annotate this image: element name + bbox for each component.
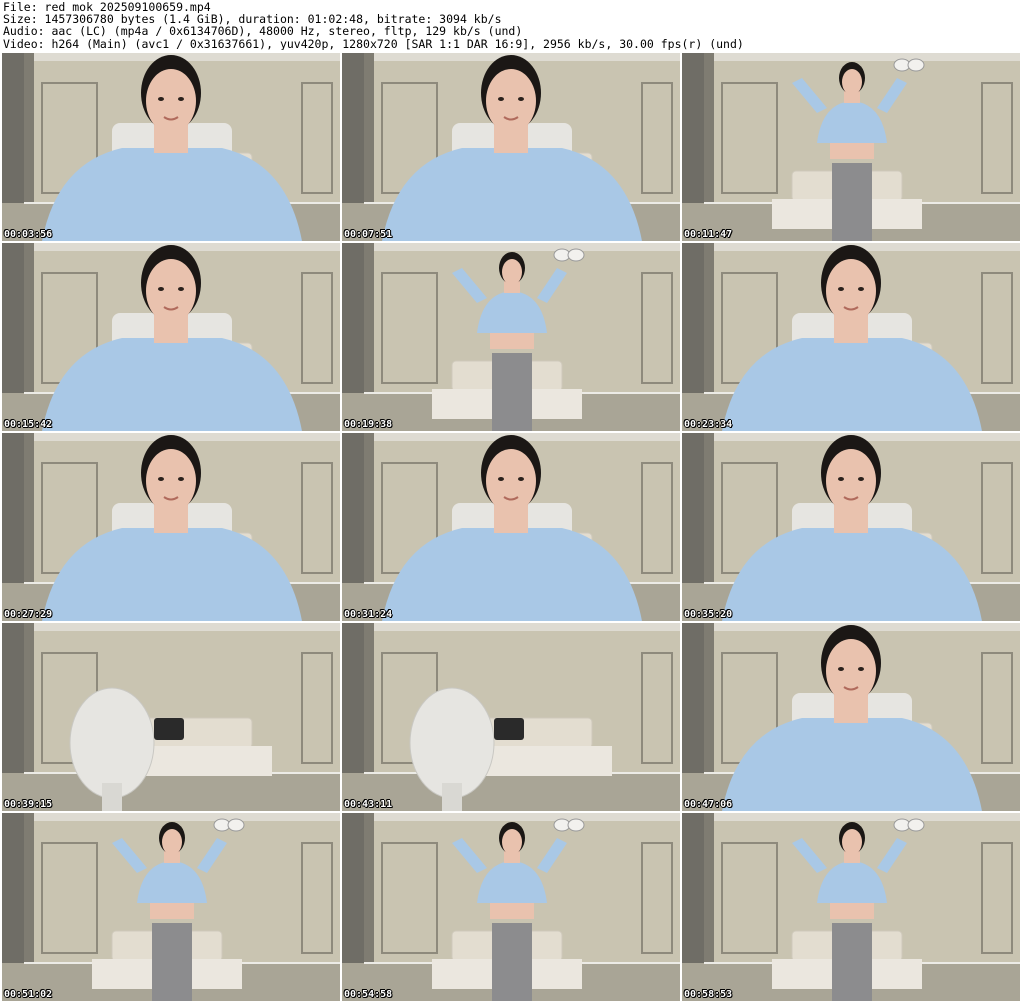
thumbnail-timestamp: 00:07:51 xyxy=(344,229,393,240)
thumbnail-timestamp: 00:19:38 xyxy=(344,419,393,430)
frame-image xyxy=(682,813,1020,1001)
video-thumbnail: 00:27:29 xyxy=(2,433,340,621)
frame-image xyxy=(682,53,1020,241)
thumbnail-timestamp: 00:11:47 xyxy=(684,229,733,240)
video-thumbnail: 00:07:51 xyxy=(342,53,680,241)
thumbnail-timestamp: 00:23:34 xyxy=(684,419,733,430)
video-thumbnail: 00:58:53 xyxy=(682,813,1020,1001)
audio-info-line: Audio: aac (LC) (mp4a / 0x6134706D), 480… xyxy=(3,25,523,38)
video-info-line: Video: h264 (Main) (avc1 / 0x31637661), … xyxy=(3,37,744,50)
frame-image xyxy=(682,623,1020,811)
video-thumbnail: 00:31:24 xyxy=(342,433,680,621)
video-thumbnail: 00:39:15 xyxy=(2,623,340,811)
frame-image xyxy=(342,813,680,1001)
video-thumbnail: 00:19:38 xyxy=(342,243,680,431)
thumbnail-timestamp: 00:51:02 xyxy=(4,989,53,1000)
video-thumbnail: 00:54:58 xyxy=(342,813,680,1001)
file-info-header: File: red_mok_202509100659.mp4 Size: 145… xyxy=(3,1,1021,51)
thumbnail-timestamp: 00:43:11 xyxy=(344,799,393,810)
frame-image xyxy=(342,623,680,811)
frame-image xyxy=(2,813,340,1001)
frame-image xyxy=(342,243,680,431)
frame-image xyxy=(2,623,340,811)
thumbnail-timestamp: 00:27:29 xyxy=(4,609,53,620)
frame-image xyxy=(2,243,340,431)
video-thumbnail: 00:51:02 xyxy=(2,813,340,1001)
file-name-line: File: red_mok_202509100659.mp4 xyxy=(3,1,211,14)
video-thumbnail: 00:15:42 xyxy=(2,243,340,431)
thumbnail-timestamp: 00:31:24 xyxy=(344,609,393,620)
frame-image xyxy=(342,53,680,241)
video-thumbnail: 00:47:06 xyxy=(682,623,1020,811)
frame-image xyxy=(2,433,340,621)
video-thumbnail: 00:23:34 xyxy=(682,243,1020,431)
thumbnail-timestamp: 00:03:56 xyxy=(4,229,53,240)
frame-image xyxy=(682,243,1020,431)
video-thumbnail: 00:03:56 xyxy=(2,53,340,241)
video-thumbnail: 00:11:47 xyxy=(682,53,1020,241)
thumbnail-timestamp: 00:15:42 xyxy=(4,419,53,430)
thumbnail-timestamp: 00:54:58 xyxy=(344,989,393,1000)
frame-image xyxy=(2,53,340,241)
video-thumbnail: 00:43:11 xyxy=(342,623,680,811)
thumbnail-timestamp: 00:58:53 xyxy=(684,989,733,1000)
video-thumbnail: 00:35:20 xyxy=(682,433,1020,621)
file-size-line: Size: 1457306780 bytes (1.4 GiB), durati… xyxy=(3,13,502,26)
thumbnail-timestamp: 00:35:20 xyxy=(684,609,733,620)
frame-image xyxy=(682,433,1020,621)
thumbnail-timestamp: 00:39:15 xyxy=(4,799,53,810)
thumbnail-timestamp: 00:47:06 xyxy=(684,799,733,810)
frame-image xyxy=(342,433,680,621)
thumbnail-grid: 00:03:56 00:07:51 00:11:47 00:15:42 00:1… xyxy=(2,53,1022,1003)
